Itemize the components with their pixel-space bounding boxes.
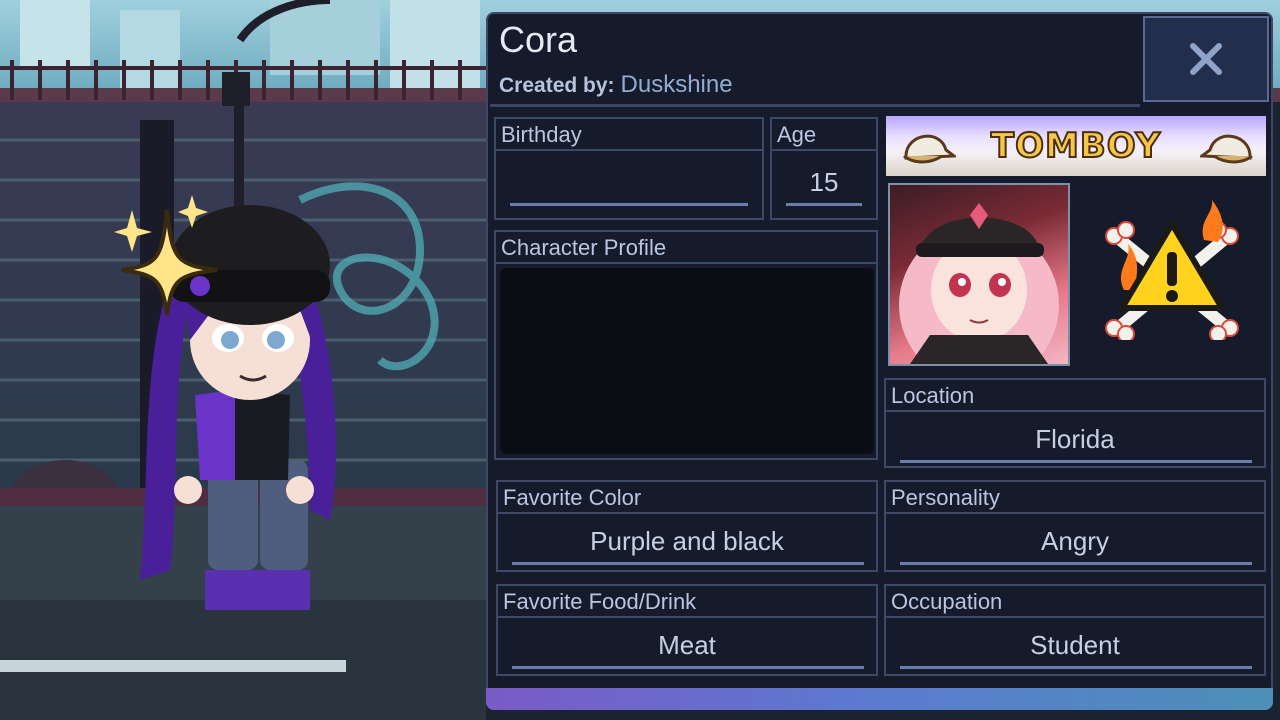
location-field[interactable]: Location Florida: [884, 378, 1266, 468]
favorite-food-value: Meat: [658, 630, 716, 660]
character-profile-textarea[interactable]: [500, 268, 874, 454]
created-by-label: Created by:: [499, 74, 615, 97]
creator-name: Duskshine: [620, 71, 733, 98]
favorite-food-underline: [512, 666, 864, 669]
location-underline: [900, 460, 1252, 463]
occupation-field[interactable]: Occupation Student: [884, 584, 1266, 676]
favorite-color-label: Favorite Color: [498, 482, 876, 514]
favorite-color-field[interactable]: Favorite Color Purple and black: [496, 480, 878, 572]
personality-field[interactable]: Personality Angry: [884, 480, 1266, 572]
personality-underline: [900, 562, 1252, 565]
favorite-food-label: Favorite Food/Drink: [498, 586, 876, 618]
occupation-label: Occupation: [886, 586, 1264, 618]
occupation-underline: [900, 666, 1252, 669]
age-label: Age: [772, 119, 876, 151]
character-profile-label: Character Profile: [496, 232, 876, 264]
panel-bottom-bar: [486, 688, 1273, 710]
tomboy-banner: TOMBOY: [886, 116, 1266, 176]
close-icon: [1190, 43, 1222, 75]
character-portrait[interactable]: [888, 183, 1070, 366]
birthday-field[interactable]: Birthday: [494, 117, 764, 220]
cap-icon: [903, 134, 956, 164]
age-field[interactable]: Age 15: [770, 117, 878, 220]
occupation-value: Student: [1030, 630, 1120, 660]
warning-icon: [1105, 200, 1239, 340]
portrait-art: [899, 203, 1059, 364]
banner-text: TOMBOY: [990, 125, 1162, 167]
favorite-food-field[interactable]: Favorite Food/Drink Meat: [496, 584, 878, 676]
location-label: Location: [886, 380, 1264, 412]
birthday-label: Birthday: [496, 119, 762, 151]
cap-icon: [1200, 134, 1253, 164]
creator-line: Created by: Duskshine: [499, 70, 733, 101]
birthday-underline: [510, 203, 748, 206]
sparkle-icon: [114, 195, 218, 316]
favorite-color-underline: [512, 562, 864, 565]
personality-label: Personality: [886, 482, 1264, 514]
personality-value: Angry: [1041, 526, 1109, 556]
age-underline: [786, 203, 862, 206]
close-button[interactable]: [1143, 16, 1269, 102]
age-value: 15: [809, 167, 839, 197]
favorite-color-value: Purple and black: [590, 526, 784, 556]
character-name: Cora: [499, 19, 578, 60]
location-value: Florida: [1035, 424, 1115, 454]
title-divider: [490, 104, 1140, 107]
